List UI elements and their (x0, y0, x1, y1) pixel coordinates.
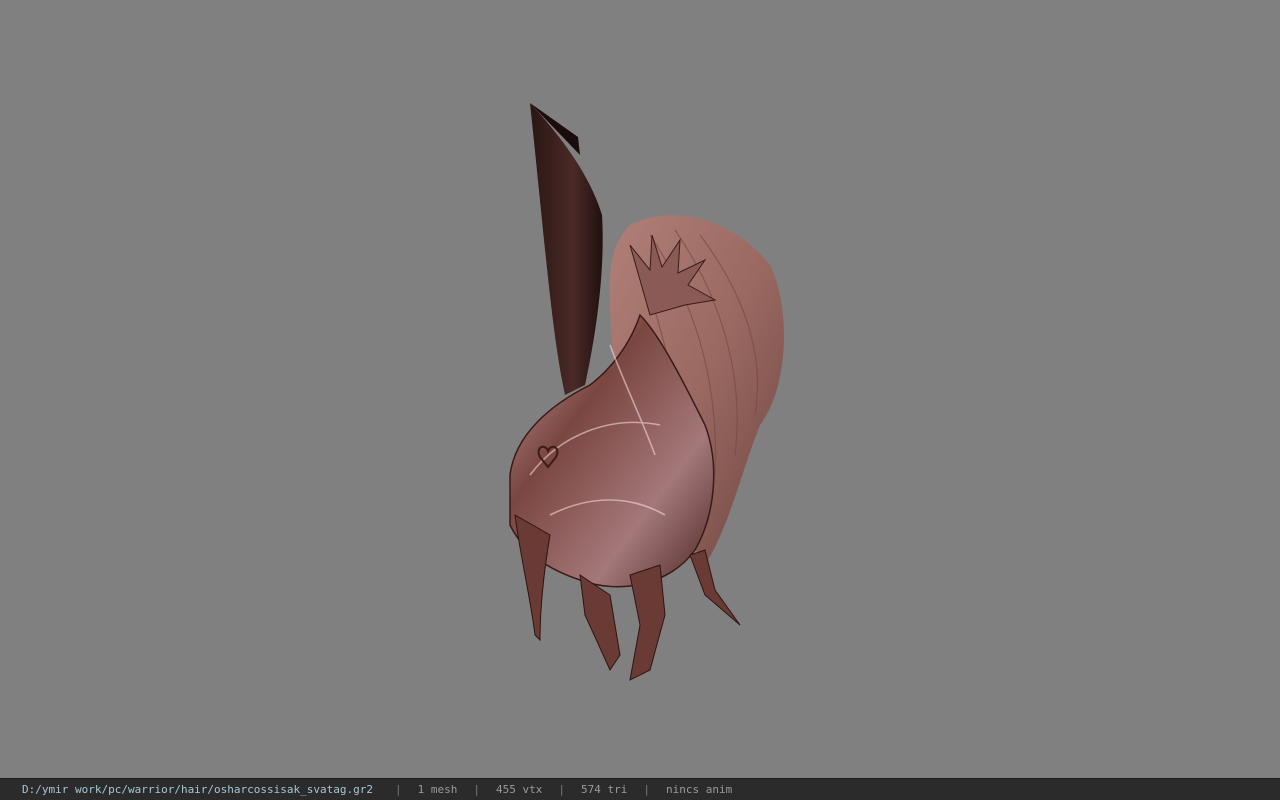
vertex-count-label: 455 vtx (496, 783, 543, 796)
triangle-count-label: 574 tri (580, 783, 628, 796)
animation-status-label: nincs anim (665, 783, 733, 796)
status-bar: D:/ymir work/pc/warrior/hair/osharcossis… (0, 778, 1280, 800)
helmet-model (509, 103, 784, 681)
separator: | (643, 783, 650, 796)
3d-viewport[interactable] (0, 0, 1280, 778)
mesh-count-label: 1 mesh (417, 783, 458, 796)
separator: | (558, 783, 565, 796)
separator: | (473, 783, 480, 796)
separator: | (395, 783, 402, 796)
file-path-label: D:/ymir work/pc/warrior/hair/osharcossis… (22, 783, 373, 796)
